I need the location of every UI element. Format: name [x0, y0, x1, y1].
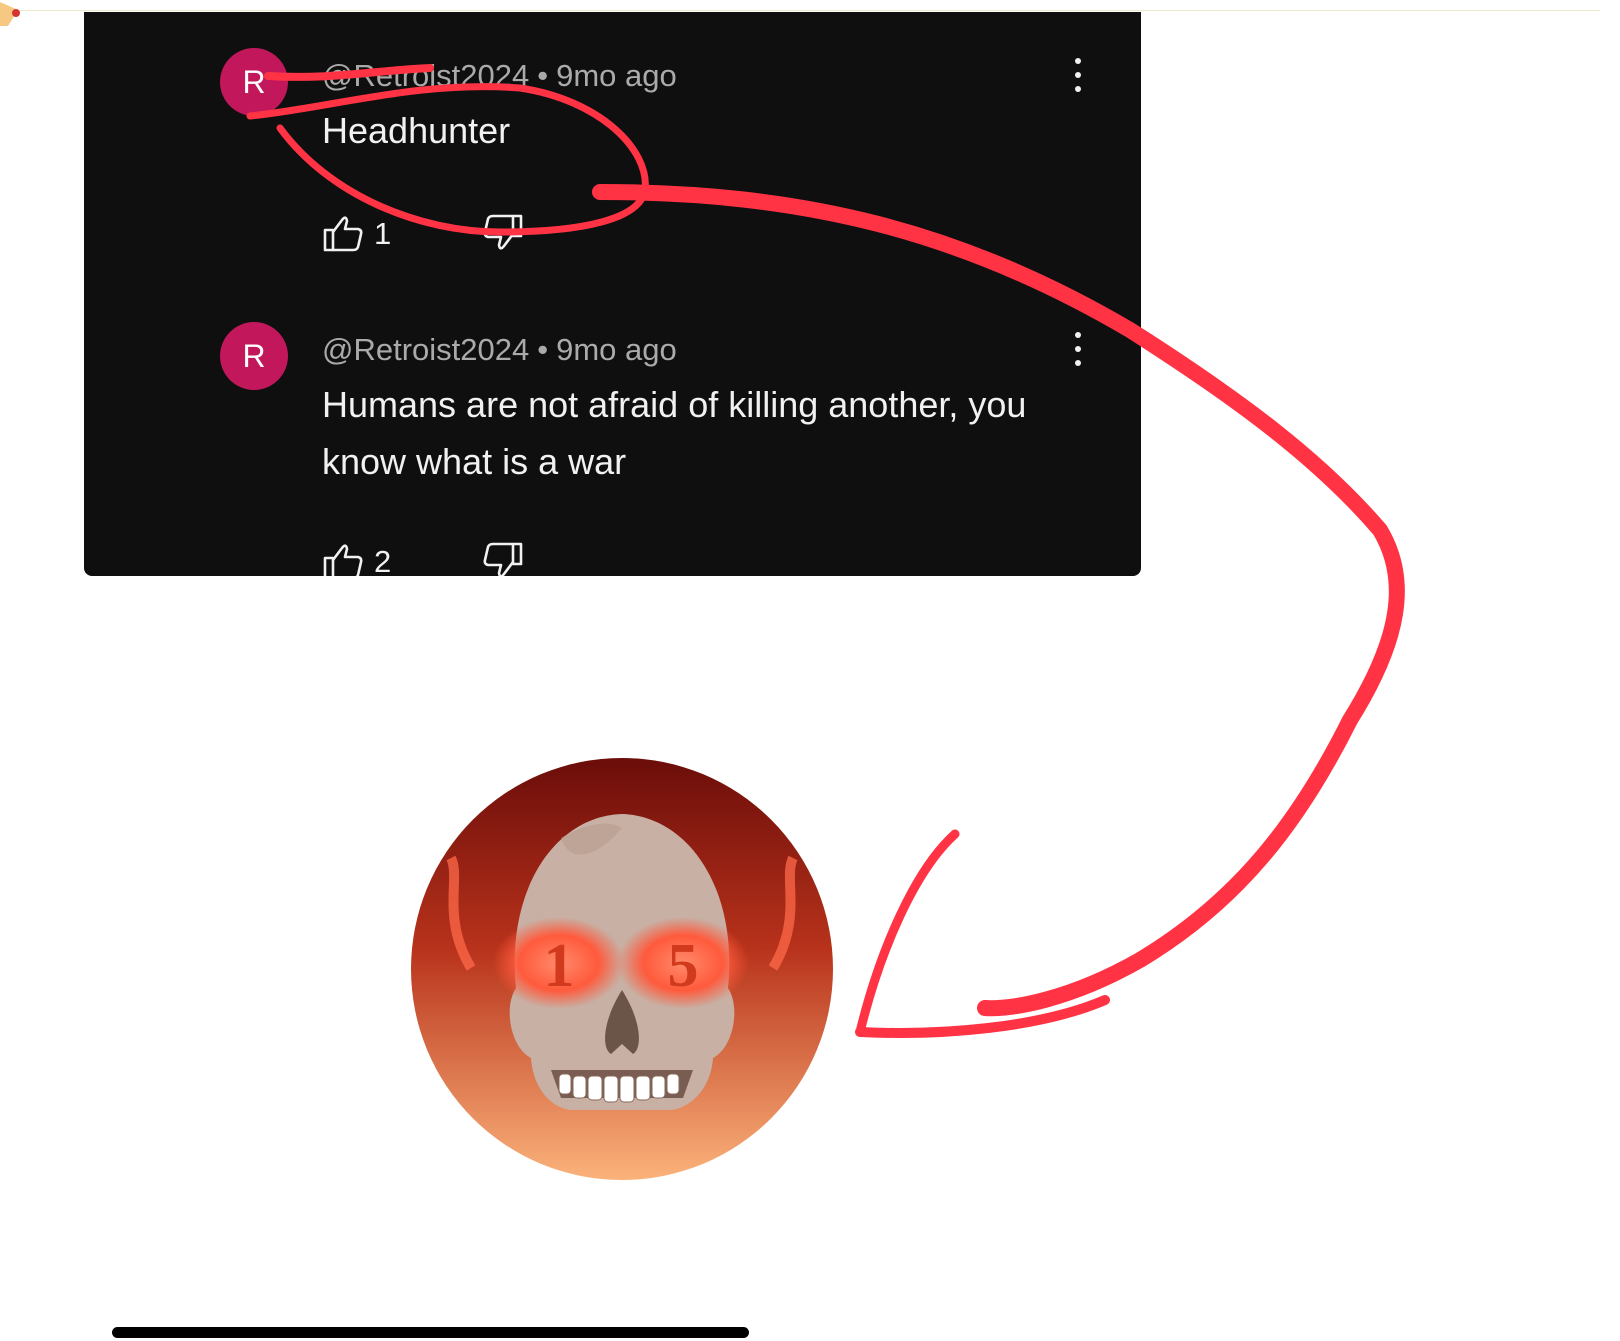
thumbs-up-icon[interactable] — [322, 540, 364, 576]
comment-meta: @Retroist2024 • 9mo ago — [322, 332, 677, 368]
thumbs-down-icon[interactable] — [482, 212, 524, 254]
avatar[interactable]: R — [220, 322, 288, 390]
comment-text: Humans are not afraid of killing another… — [322, 384, 1027, 482]
comment-meta: @Retroist2024 • 9mo ago — [322, 58, 677, 94]
eye-left-number: 1 — [544, 932, 575, 1000]
thumbs-up-icon[interactable] — [322, 212, 364, 254]
comment-text: Headhunter — [322, 110, 511, 151]
author-handle[interactable]: @Retroist2024 — [322, 332, 529, 367]
comments-panel: R @Retroist2024 • 9mo ago Headhunter 1 R @… — [84, 12, 1141, 576]
like-count: 1 — [374, 216, 392, 251]
home-indicator — [112, 1327, 749, 1338]
meta-separator: • — [537, 332, 549, 367]
more-options-button[interactable] — [1068, 58, 1088, 104]
avatar[interactable]: R — [220, 48, 288, 116]
top-divider-line — [0, 10, 1600, 11]
eye-right-number: 5 — [668, 932, 699, 1000]
comment-timestamp: 9mo ago — [556, 58, 677, 93]
author-handle[interactable]: @Retroist2024 — [322, 58, 529, 93]
skull-profile-picture: 1 5 — [411, 758, 833, 1180]
meta-separator: • — [537, 58, 549, 93]
thumbs-down-icon[interactable] — [482, 540, 524, 576]
comment-timestamp: 9mo ago — [556, 332, 677, 367]
like-count: 2 — [374, 544, 392, 576]
notification-dot-icon — [0, 2, 20, 26]
more-options-button[interactable] — [1068, 332, 1088, 378]
